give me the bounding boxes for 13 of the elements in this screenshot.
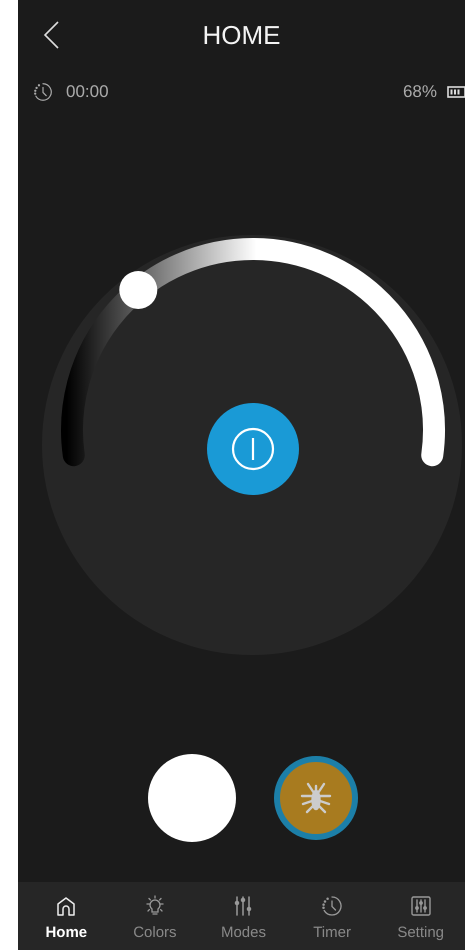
- equalizer-icon: [408, 894, 433, 918]
- battery-percentage: 68%: [402, 82, 437, 102]
- timer-readout: 00:00: [66, 82, 109, 102]
- nav-tab[interactable]: Colors: [110, 882, 200, 950]
- slider-thumb[interactable]: [119, 271, 158, 309]
- clock-icon: [320, 894, 344, 918]
- nav-tab[interactable]: Timer: [288, 882, 376, 950]
- clock-icon: [32, 81, 54, 103]
- nav-tab[interactable]: Setting: [376, 882, 465, 950]
- nav-tab[interactable]: Modes: [199, 882, 288, 950]
- page-title: HOME: [202, 20, 280, 50]
- nav-tab[interactable]: Home: [22, 882, 111, 950]
- battery-icon: [447, 86, 465, 98]
